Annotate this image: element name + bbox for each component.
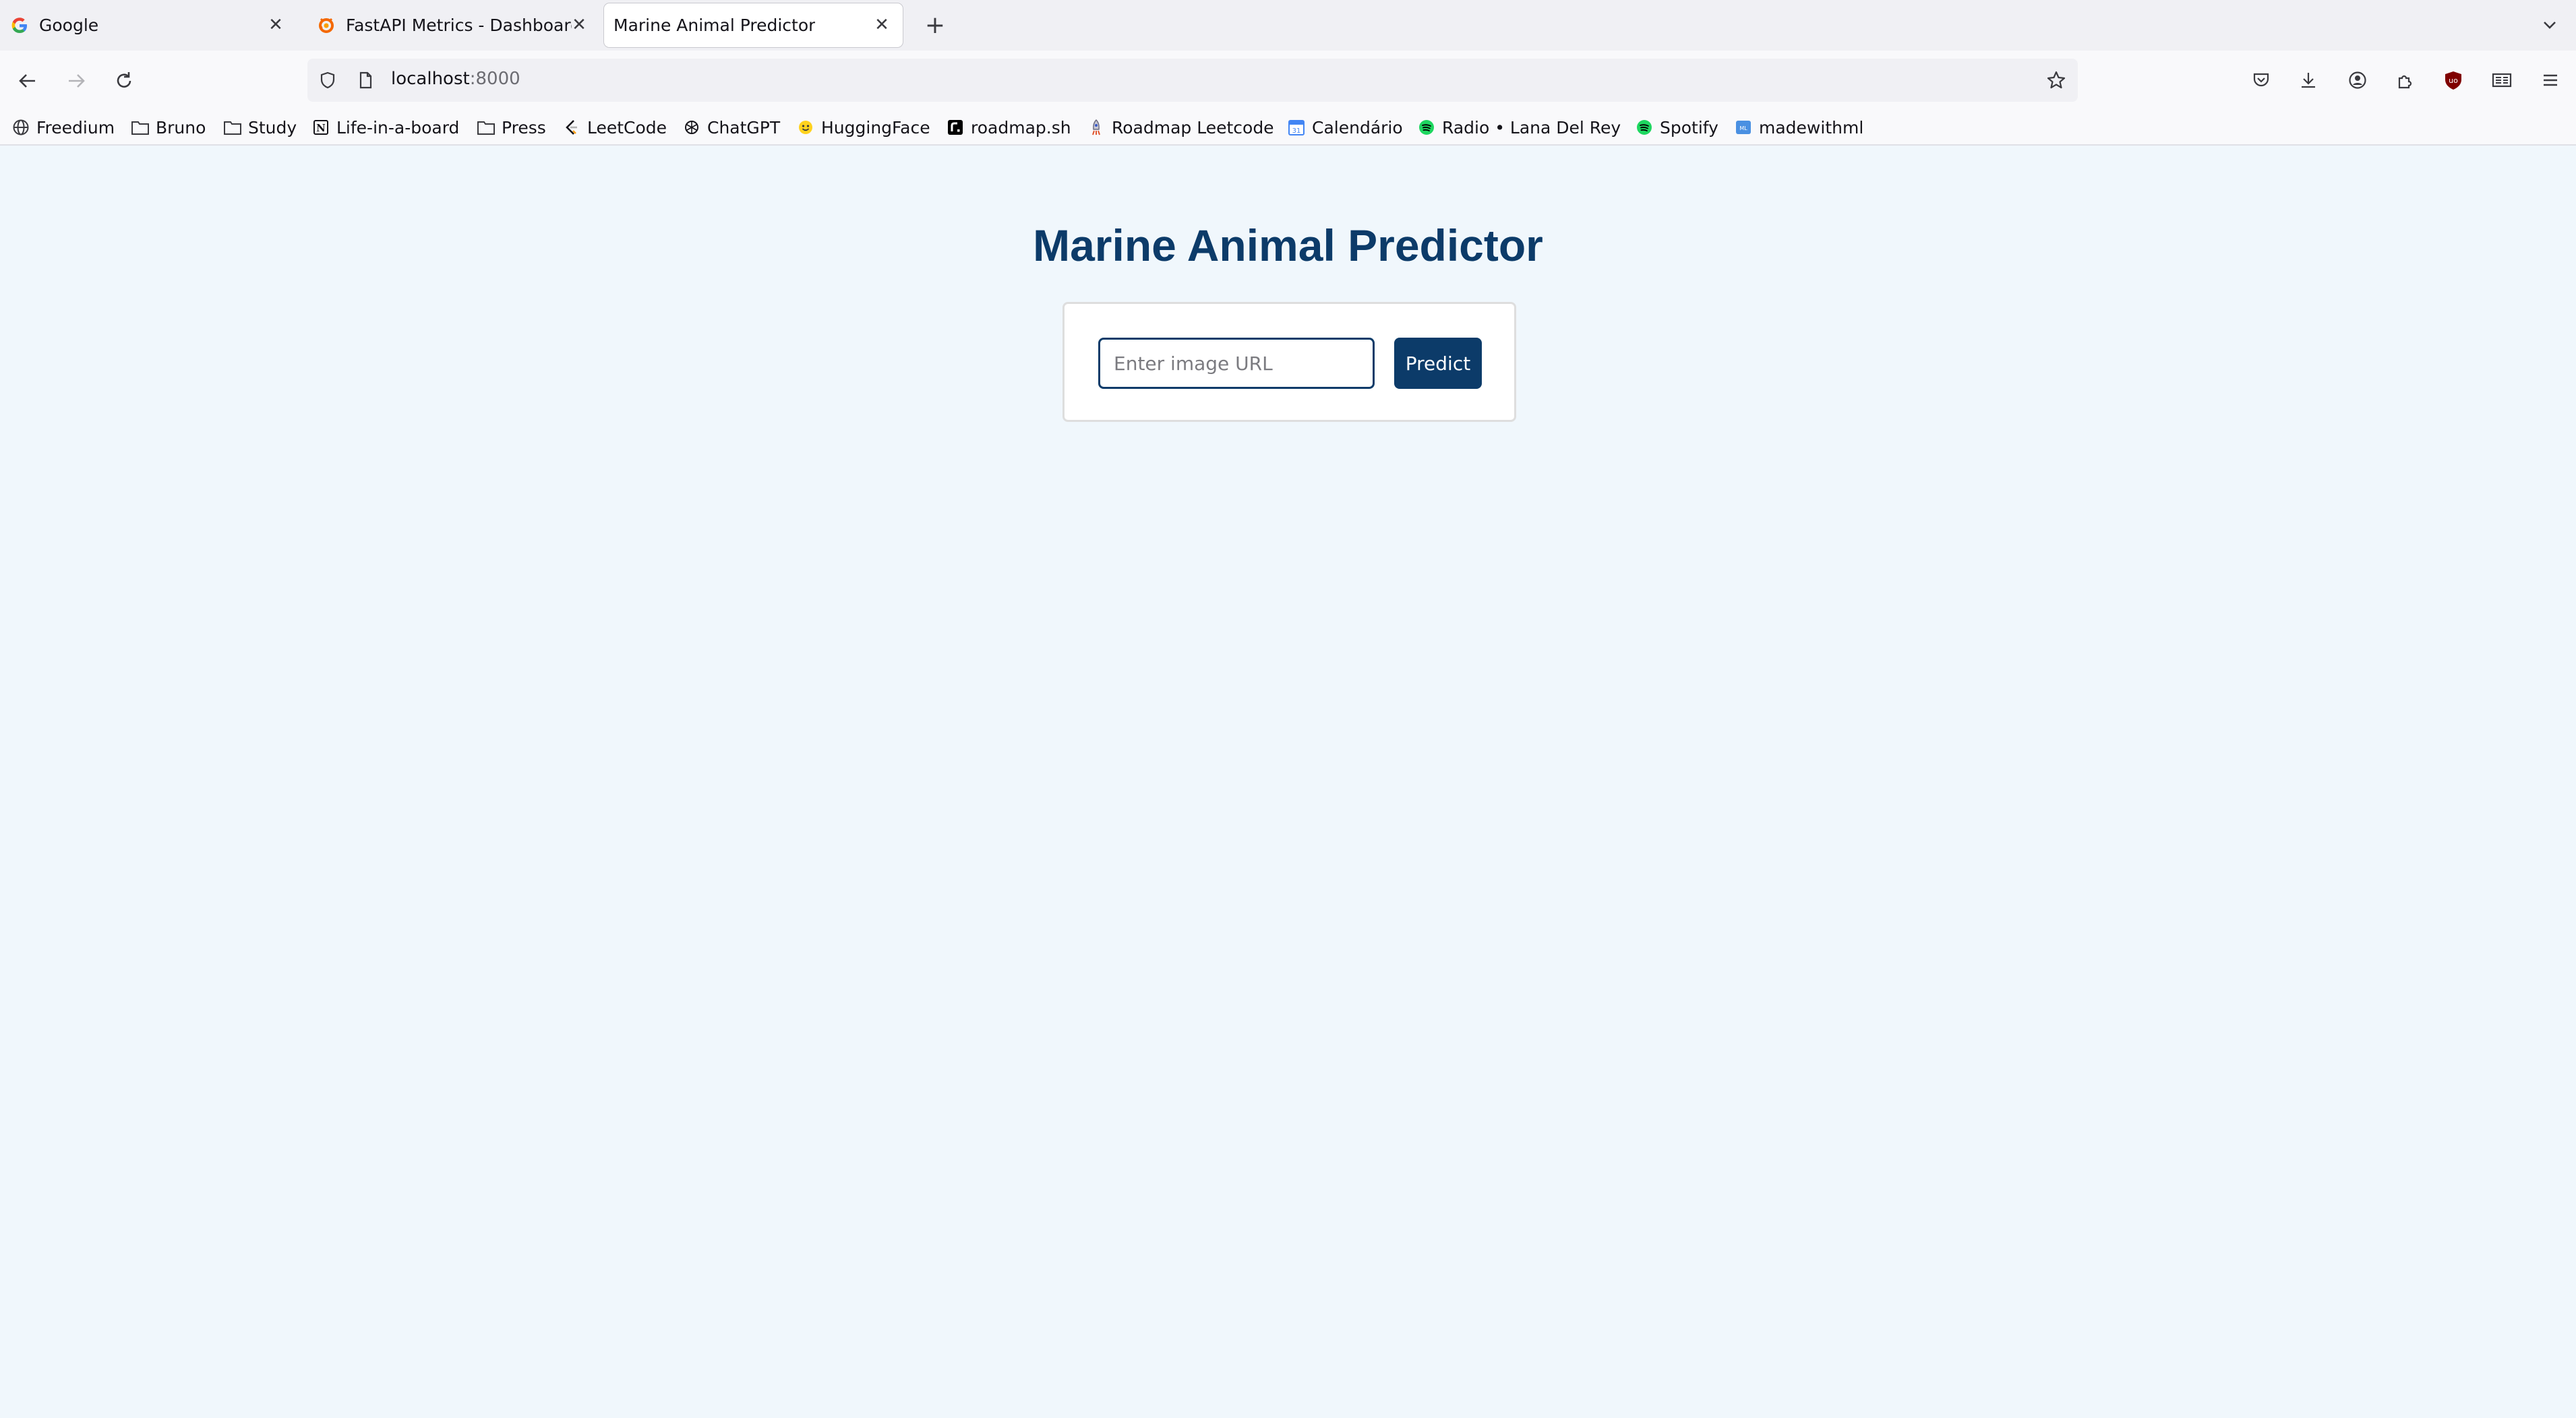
folder-icon — [130, 117, 150, 137]
tab-title: Marine Animal Predictor — [613, 16, 816, 35]
hamburger-menu-icon[interactable] — [2536, 65, 2565, 95]
openai-icon — [682, 117, 702, 137]
ublock-origin-icon[interactable]: uo — [2438, 65, 2468, 95]
bookmark-chatgpt[interactable]: ChatGPT — [682, 115, 780, 140]
bookmark-life-in-a-board[interactable]: N Life-in-a-board — [311, 115, 459, 140]
page-icon[interactable] — [355, 69, 376, 91]
bookmark-press[interactable]: Press — [476, 115, 546, 140]
spotify-icon — [1416, 117, 1437, 137]
navigation-bar: localhost:8000 uo — [0, 51, 2576, 111]
address-bar[interactable]: localhost:8000 — [307, 59, 2078, 102]
bookmark-radio-lana-del-rey[interactable]: Radio • Lana Del Rey — [1416, 115, 1621, 140]
shield-icon[interactable] — [317, 69, 338, 91]
tab-marine-animal-predictor[interactable]: Marine Animal Predictor ✕ — [604, 3, 903, 47]
reload-icon[interactable] — [108, 65, 140, 97]
download-icon[interactable] — [2294, 65, 2323, 95]
rocket-icon — [1086, 117, 1106, 137]
huggingface-icon — [796, 117, 816, 137]
star-icon[interactable] — [2045, 69, 2067, 91]
account-icon[interactable] — [2343, 65, 2372, 95]
close-icon[interactable]: ✕ — [870, 13, 893, 36]
chevron-down-icon[interactable] — [2533, 8, 2567, 42]
svg-text:uo: uo — [2449, 76, 2458, 85]
grafana-icon — [316, 16, 336, 36]
close-icon[interactable]: ✕ — [264, 13, 287, 36]
calendar-icon: 31 — [1286, 117, 1307, 137]
close-icon[interactable]: ✕ — [568, 13, 591, 36]
reader-view-icon[interactable] — [2487, 65, 2517, 95]
bookmark-spotify[interactable]: Spotify — [1634, 115, 1718, 140]
page-content: Marine Animal Predictor Predict — [0, 146, 2576, 1418]
pocket-icon[interactable] — [2246, 65, 2276, 95]
svg-text:31: 31 — [1292, 127, 1301, 135]
folder-icon — [222, 117, 243, 137]
notion-icon: N — [311, 117, 331, 137]
bookmark-study[interactable]: Study — [222, 115, 297, 140]
extensions-icon[interactable] — [2391, 65, 2420, 95]
tab-google[interactable]: Google ✕ — [0, 3, 297, 47]
bookmark-calendario[interactable]: 31 Calendário — [1286, 115, 1403, 140]
tab-title: FastAPI Metrics - Dashboard — [346, 16, 572, 35]
globe-icon — [11, 117, 31, 137]
back-arrow-icon[interactable] — [11, 65, 44, 97]
svg-text:ML: ML — [1739, 125, 1747, 131]
tab-strip: Google ✕ FastAPI Metrics - Dashboard ✕ M… — [0, 0, 2576, 51]
tab-title: Google — [39, 16, 99, 35]
tab-fastapi-metrics[interactable]: FastAPI Metrics - Dashboard ✕ — [307, 3, 600, 47]
madewithml-icon: ML — [1733, 117, 1754, 137]
google-g-icon — [9, 16, 30, 36]
roadmap-icon — [945, 117, 965, 137]
new-tab-button[interactable]: + — [918, 8, 952, 42]
folder-icon — [476, 117, 496, 137]
predict-button[interactable]: Predict — [1394, 338, 1482, 389]
forward-arrow-icon[interactable] — [60, 65, 92, 97]
bookmark-roadmap-sh[interactable]: roadmap.sh — [945, 115, 1071, 140]
bookmark-leetcode[interactable]: LeetCode — [562, 115, 667, 140]
page-title: Marine Animal Predictor — [1033, 220, 1543, 270]
image-url-input[interactable] — [1098, 338, 1375, 389]
leetcode-icon — [562, 117, 582, 137]
predict-form-card: Predict — [1062, 302, 1516, 422]
bookmark-huggingface[interactable]: HuggingFace — [796, 115, 930, 140]
bookmark-madewithml[interactable]: ML madewithml — [1733, 115, 1863, 140]
url-text[interactable]: localhost:8000 — [391, 69, 520, 89]
bookmarks-toolbar: Freedium Bruno Study N Life-in-a-board P… — [0, 111, 2576, 146]
svg-text:N: N — [316, 122, 326, 134]
bookmark-freedium[interactable]: Freedium — [11, 115, 115, 140]
spotify-icon — [1634, 117, 1654, 137]
browser-chrome: Google ✕ FastAPI Metrics - Dashboard ✕ M… — [0, 0, 2576, 146]
bookmark-roadmap-leetcode[interactable]: Roadmap Leetcode — [1086, 115, 1274, 140]
bookmark-bruno[interactable]: Bruno — [130, 115, 206, 140]
